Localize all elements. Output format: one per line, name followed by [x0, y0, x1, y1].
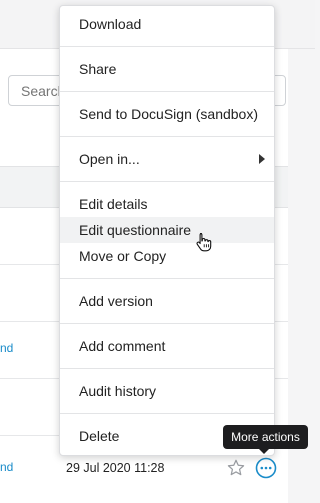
menu-item-audit-history[interactable]: Audit history	[60, 378, 274, 404]
menu-divider	[60, 413, 274, 414]
hand-pointer-icon	[196, 232, 212, 252]
menu-item-label: Audit history	[79, 383, 157, 399]
file-name-link[interactable]: nd	[0, 460, 13, 474]
tooltip-arrow	[259, 449, 269, 454]
menu-item-edit-details[interactable]: Edit details	[60, 191, 274, 217]
menu-item-label: Open in...	[79, 151, 140, 167]
menu-item-label: Add comment	[79, 338, 166, 354]
menu-item-label: Move or Copy	[79, 248, 167, 264]
file-name-link[interactable]: nd	[0, 341, 13, 355]
chevron-right-icon	[259, 154, 265, 164]
menu-divider	[60, 91, 274, 92]
menu-divider	[60, 136, 274, 137]
menu-item-label: Edit details	[79, 196, 148, 212]
menu-divider	[60, 181, 274, 182]
menu-divider	[60, 368, 274, 369]
more-actions-tooltip: More actions	[223, 425, 308, 449]
menu-item-share[interactable]: Share	[60, 56, 274, 82]
more-actions-icon[interactable]	[255, 457, 277, 479]
menu-item-label: Send to DocuSign (sandbox)	[79, 106, 258, 122]
menu-item-label: Download	[79, 16, 142, 32]
menu-item-label: Add version	[79, 293, 153, 309]
menu-divider	[60, 323, 274, 324]
menu-item-send-to-docusign[interactable]: Send to DocuSign (sandbox)	[60, 101, 274, 127]
menu-item-add-comment[interactable]: Add comment	[60, 333, 274, 359]
star-outline-icon[interactable]	[226, 458, 246, 478]
menu-item-open-in[interactable]: Open in...	[60, 146, 274, 172]
menu-divider	[60, 278, 274, 279]
menu-item-label: Share	[79, 61, 117, 77]
more-actions-menu: Download Share Send to DocuSign (sandbox…	[59, 5, 275, 456]
menu-item-label: Edit questionnaire	[79, 222, 192, 238]
modified-date: 29 Jul 2020 11:28	[66, 461, 165, 475]
menu-item-add-version[interactable]: Add version	[60, 288, 274, 314]
menu-item-move-or-copy[interactable]: Move or Copy	[60, 243, 274, 269]
menu-item-edit-questionnaire[interactable]: Edit questionnaire	[60, 217, 274, 243]
menu-item-label: Delete	[79, 428, 120, 444]
menu-item-download[interactable]: Download	[60, 11, 274, 37]
menu-divider	[60, 46, 274, 47]
